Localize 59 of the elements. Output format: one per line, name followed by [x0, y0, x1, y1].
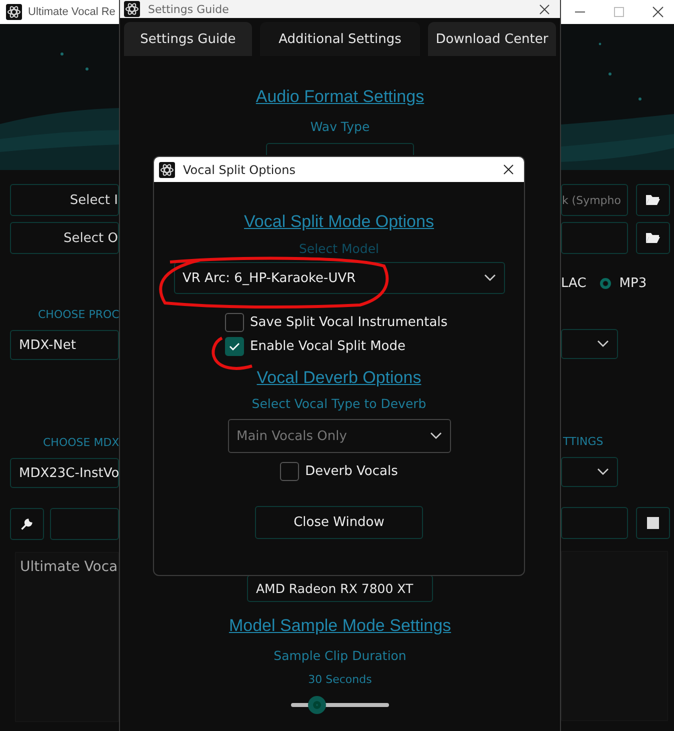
chevron-icon — [484, 274, 496, 282]
input-path-field[interactable]: k (Sympho — [561, 184, 628, 216]
close-button[interactable] — [503, 164, 514, 175]
field-label: Wav Type — [310, 120, 370, 134]
tab[interactable]: Settings Guide — [124, 22, 252, 56]
close-window-button[interactable]: Close Window — [255, 506, 423, 539]
stop-icon — [647, 517, 659, 529]
section-heading[interactable]: Model Sample Mode Settings — [228, 616, 452, 636]
folder-icon — [645, 193, 661, 207]
maximize-icon[interactable] — [613, 6, 625, 18]
folder-icon — [645, 231, 661, 245]
chevron-icon — [597, 468, 609, 476]
wrench-icon — [19, 517, 35, 531]
checkbox[interactable] — [225, 337, 244, 356]
process-dropdown[interactable]: MDX-Net — [10, 330, 119, 360]
slider-thumb[interactable] — [308, 696, 326, 714]
close-icon[interactable] — [652, 6, 664, 18]
checkbox[interactable] — [225, 313, 244, 332]
window-title: Ultimate Vocal Re — [28, 6, 116, 18]
output-path-field[interactable] — [561, 222, 628, 254]
section-heading[interactable]: Vocal Split Mode Options — [244, 212, 434, 232]
checkbox-label: Save Split Vocal Instrumentals — [250, 315, 448, 330]
checkbox-label: Deverb Vocals — [305, 464, 398, 479]
section-label: CHOOSE PROC — [37, 308, 119, 322]
radio-button[interactable] — [600, 278, 612, 289]
dialog-title: Vocal Split Options — [183, 162, 296, 176]
input-field[interactable] — [561, 507, 628, 539]
field-label: Sample Clip Duration — [274, 649, 406, 663]
atom-icon — [159, 162, 175, 178]
slider-value: 30 Seconds — [308, 673, 372, 687]
chevron-icon — [430, 432, 442, 440]
radio-label: MP3 — [619, 276, 647, 291]
duration-slider[interactable] — [291, 697, 389, 713]
chevron-icon — [597, 340, 609, 348]
field-label: Select Vocal Type to Deverb — [252, 397, 426, 411]
select-button[interactable]: Select O — [10, 222, 119, 254]
select-button[interactable]: Select I — [10, 184, 119, 216]
console-text: Ultimate Voca — [15, 552, 119, 722]
tab[interactable]: Download Center — [428, 22, 556, 56]
model-dropdown[interactable]: MDX23C-InstVo — [10, 458, 119, 488]
folder-button[interactable] — [636, 184, 670, 216]
folder-button[interactable] — [636, 222, 670, 254]
atom-icon — [6, 4, 22, 20]
section-heading[interactable]: Vocal Deverb Options — [256, 368, 422, 388]
format-label: LAC — [561, 276, 586, 291]
stop-button[interactable] — [636, 507, 670, 539]
field-label: Select Model — [298, 242, 380, 256]
section-heading[interactable]: Audio Format Settings — [256, 87, 424, 107]
model-dropdown[interactable]: VR Arc: 6_HP-Karaoke-UVR — [174, 262, 504, 294]
checkbox[interactable] — [280, 462, 300, 481]
check-icon — [229, 342, 240, 351]
window-title: Settings Guide — [148, 2, 229, 16]
settings-button[interactable] — [10, 508, 44, 540]
tab[interactable]: Additional Settings — [260, 22, 420, 56]
close-button[interactable] — [539, 4, 550, 14]
section-label: CHOOSE MDX — [42, 436, 119, 450]
input-field[interactable] — [50, 508, 119, 540]
section-label: TTINGS — [562, 435, 604, 449]
checkbox-label: Enable Vocal Split Mode — [250, 339, 406, 354]
